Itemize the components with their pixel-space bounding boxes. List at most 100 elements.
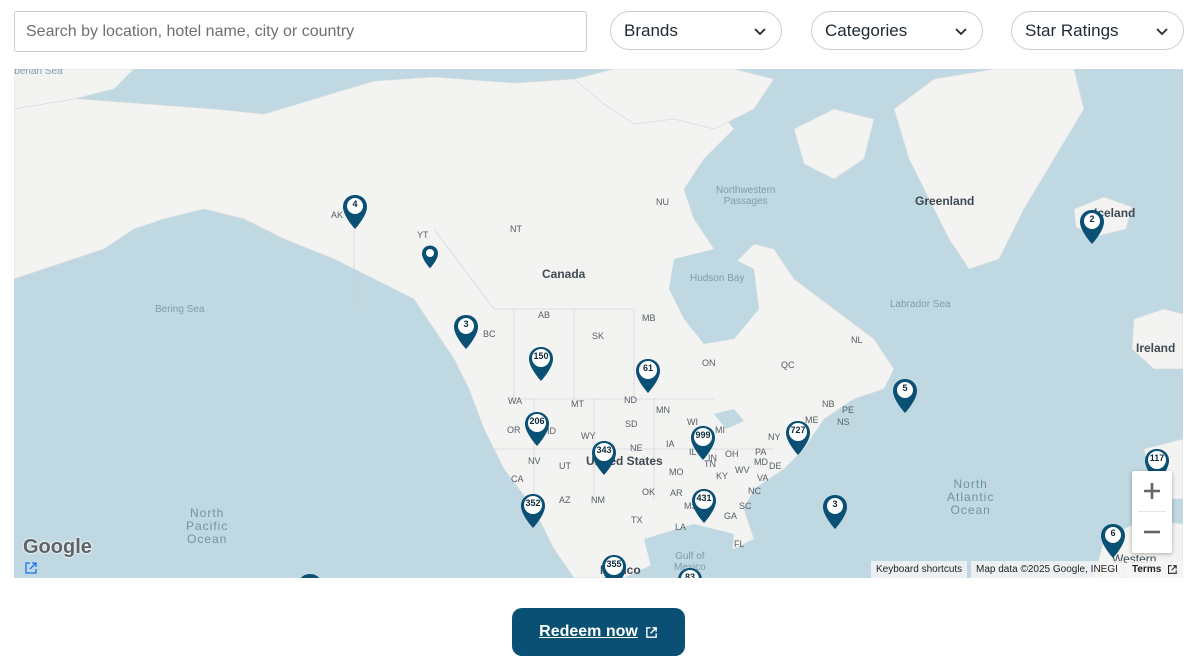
region-label: NY	[768, 432, 781, 442]
marker-count: 343	[596, 445, 612, 455]
region-label: NV	[528, 456, 541, 466]
hotel-cluster-marker[interactable]: 727	[785, 420, 811, 456]
hotel-cluster-marker[interactable]: 3	[453, 314, 479, 350]
chevron-down-icon	[754, 27, 766, 35]
sea-label: Labrador Sea	[890, 299, 951, 310]
marker-count: 6	[1110, 528, 1116, 538]
redeem-now-button[interactable]: Redeem now	[512, 608, 685, 656]
region-label: MI	[715, 425, 725, 435]
marker-count: 83	[684, 572, 695, 578]
zoom-in-button[interactable]	[1132, 471, 1172, 511]
hotel-cluster-marker[interactable]	[297, 573, 323, 578]
categories-dropdown[interactable]: Categories	[811, 11, 983, 50]
minus-icon	[1144, 530, 1160, 534]
hotel-marker[interactable]	[421, 245, 439, 269]
region-label: AB	[538, 310, 551, 320]
search-input[interactable]	[14, 11, 587, 52]
chevron-down-icon	[955, 27, 967, 35]
open-in-new-icon[interactable]	[24, 561, 38, 575]
ocean-label: North Atlantic Ocean	[947, 478, 994, 517]
marker-count: 999	[695, 430, 711, 440]
region-label: NS	[837, 417, 850, 427]
region-label: WA	[508, 396, 523, 406]
region-label: MB	[642, 313, 656, 323]
chevron-down-icon	[1156, 27, 1168, 35]
region-label: NU	[656, 197, 669, 207]
region-label: AR	[670, 488, 683, 498]
region-label: YT	[417, 230, 429, 240]
marker-count: 3	[832, 499, 838, 509]
brands-dropdown[interactable]: Brands	[610, 11, 782, 50]
marker-count: 355	[606, 559, 622, 569]
plus-icon	[1144, 483, 1160, 499]
zoom-out-button[interactable]	[1132, 512, 1172, 552]
hotel-cluster-marker[interactable]: 352	[520, 493, 546, 529]
hotel-cluster-marker[interactable]: 2	[1079, 209, 1105, 245]
country-label: Canada	[542, 267, 586, 281]
marker-count: 206	[529, 416, 545, 426]
zoom-controls	[1132, 471, 1172, 553]
region-label: QC	[781, 360, 795, 370]
hotel-cluster-marker[interactable]: 61	[635, 358, 661, 394]
region-label: NM	[591, 495, 605, 505]
sea-label: Bering Sea	[155, 304, 205, 315]
ocean-label-text: North Pacific Ocean	[186, 506, 229, 546]
region-label: OH	[725, 449, 739, 459]
terms-label: Terms	[1132, 564, 1162, 575]
hotel-cluster-marker[interactable]: 343	[591, 440, 617, 476]
hotel-cluster-marker[interactable]: 5	[892, 378, 918, 414]
hotel-cluster-marker[interactable]: 206	[524, 411, 550, 447]
open-in-new-icon	[646, 626, 657, 638]
hotel-cluster-marker[interactable]: 83	[677, 567, 703, 578]
hotel-cluster-marker[interactable]: 3	[822, 494, 848, 530]
map-pin-icon	[300, 574, 320, 578]
region-label: BC	[483, 329, 496, 339]
region-label: ON	[702, 358, 716, 368]
sea-label: iberian Sea	[14, 69, 63, 77]
marker-count: 4	[352, 199, 358, 209]
star-ratings-dropdown-label: Star Ratings	[1025, 20, 1119, 40]
region-label: MN	[656, 405, 670, 415]
region-label: LA	[675, 522, 687, 532]
country-label: Ireland	[1136, 341, 1176, 355]
region-label: MT	[571, 399, 584, 409]
region-label: AZ	[559, 495, 571, 505]
hotel-cluster-marker[interactable]: 999	[690, 425, 716, 461]
hotel-cluster-marker[interactable]: 355	[601, 554, 627, 578]
marker-count: 3	[463, 319, 469, 329]
marker-count: 2	[1089, 214, 1095, 224]
region-label: TX	[631, 515, 643, 525]
country-label: Greenland	[915, 194, 975, 208]
hotel-cluster-marker[interactable]: 6	[1100, 523, 1126, 559]
region-label: PA	[755, 447, 767, 457]
hotel-cluster-marker[interactable]: 431	[691, 488, 717, 524]
brands-dropdown-label: Brands	[624, 20, 678, 40]
filter-bar: Brands Categories Star Ratings	[0, 0, 1200, 69]
google-logo: Google	[23, 536, 92, 558]
marker-count: 431	[696, 493, 712, 503]
keyboard-shortcuts-link[interactable]: Keyboard shortcuts	[871, 561, 968, 578]
region-label: WV	[735, 465, 750, 475]
region-label: VA	[757, 473, 769, 483]
map-pin-icon	[422, 245, 438, 269]
region-label: NC	[748, 486, 761, 496]
region-label: GA	[724, 511, 738, 521]
marker-count: 117	[1149, 453, 1165, 463]
region-label: NE	[630, 443, 643, 453]
star-ratings-dropdown[interactable]: Star Ratings	[1011, 11, 1184, 50]
terms-link[interactable]: Terms	[1127, 561, 1183, 578]
region-label: SC	[739, 501, 752, 511]
feature-label: Northwestern Passages	[716, 185, 776, 207]
region-label: OK	[642, 487, 656, 497]
hotel-cluster-marker[interactable]: 4	[342, 194, 368, 230]
marker-count: 150	[533, 351, 549, 361]
region-label: NL	[851, 335, 863, 345]
ocean-label-text: North Atlantic Ocean	[947, 477, 995, 517]
region-label: FL	[734, 539, 745, 549]
region-label: SD	[625, 419, 638, 429]
marker-count: 352	[525, 498, 541, 508]
hotel-cluster-marker[interactable]: 150	[528, 346, 554, 382]
hotel-map[interactable]: iberian Sea Bering Sea Labrador Sea Nort…	[14, 69, 1183, 578]
region-label: MO	[669, 467, 684, 477]
marker-count: 727	[790, 425, 806, 435]
